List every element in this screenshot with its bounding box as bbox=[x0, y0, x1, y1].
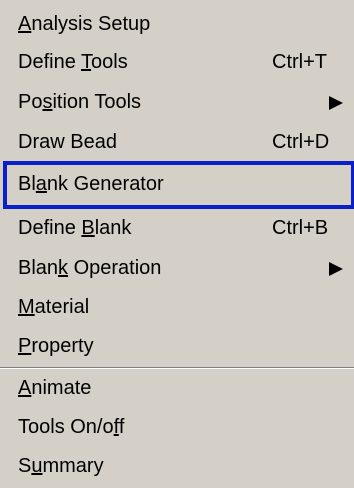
menu-item-label: Analysis Setup bbox=[18, 13, 151, 35]
menu-item-tools-on-off[interactable]: Tools On/off bbox=[0, 409, 354, 447]
menu-item-label: Position Tools bbox=[18, 91, 142, 113]
menu-item-label: Draw Bead bbox=[18, 131, 117, 153]
menu-item-label: Define Tools bbox=[18, 51, 128, 73]
menu-item-label: Animate bbox=[18, 377, 92, 399]
menu-item-label: Define Blank bbox=[18, 217, 132, 239]
menu-item-summary[interactable]: Summary bbox=[0, 448, 354, 486]
menu-item-label: Tools On/off bbox=[18, 416, 125, 438]
menu-item-property[interactable]: Property bbox=[0, 328, 354, 366]
shortcut-label: Ctrl+D bbox=[272, 131, 330, 153]
menu-item-label: Material bbox=[18, 296, 90, 318]
submenu-arrow-icon bbox=[329, 262, 343, 276]
highlight-box bbox=[3, 161, 354, 209]
menu-item-position-tools[interactable]: Position Tools bbox=[0, 84, 354, 122]
menu-item-blank-operation[interactable]: Blank Operation bbox=[0, 250, 354, 288]
menu-item-label: Summary bbox=[18, 455, 104, 477]
menu-item-draw-bead[interactable]: Draw Bead Ctrl+D bbox=[0, 124, 354, 162]
menu-item-define-blank[interactable]: Define Blank Ctrl+B bbox=[0, 210, 354, 248]
menu-item-label: Property bbox=[18, 335, 94, 357]
menu-item-define-tools[interactable]: Define Tools Ctrl+T bbox=[0, 44, 354, 82]
menu-item-analysis-setup[interactable]: Analysis Setup bbox=[0, 6, 354, 44]
shortcut-label: Ctrl+B bbox=[272, 217, 329, 239]
menu-separator bbox=[0, 367, 354, 369]
menu-item-label: Blank Operation bbox=[18, 257, 162, 279]
menu-item-animate[interactable]: Animate bbox=[0, 370, 354, 408]
context-menu: Analysis Setup Define Tools Ctrl+T Posit… bbox=[0, 0, 354, 488]
shortcut-label: Ctrl+T bbox=[272, 51, 327, 73]
menu-item-material[interactable]: Material bbox=[0, 289, 354, 327]
submenu-arrow-icon bbox=[329, 96, 343, 110]
